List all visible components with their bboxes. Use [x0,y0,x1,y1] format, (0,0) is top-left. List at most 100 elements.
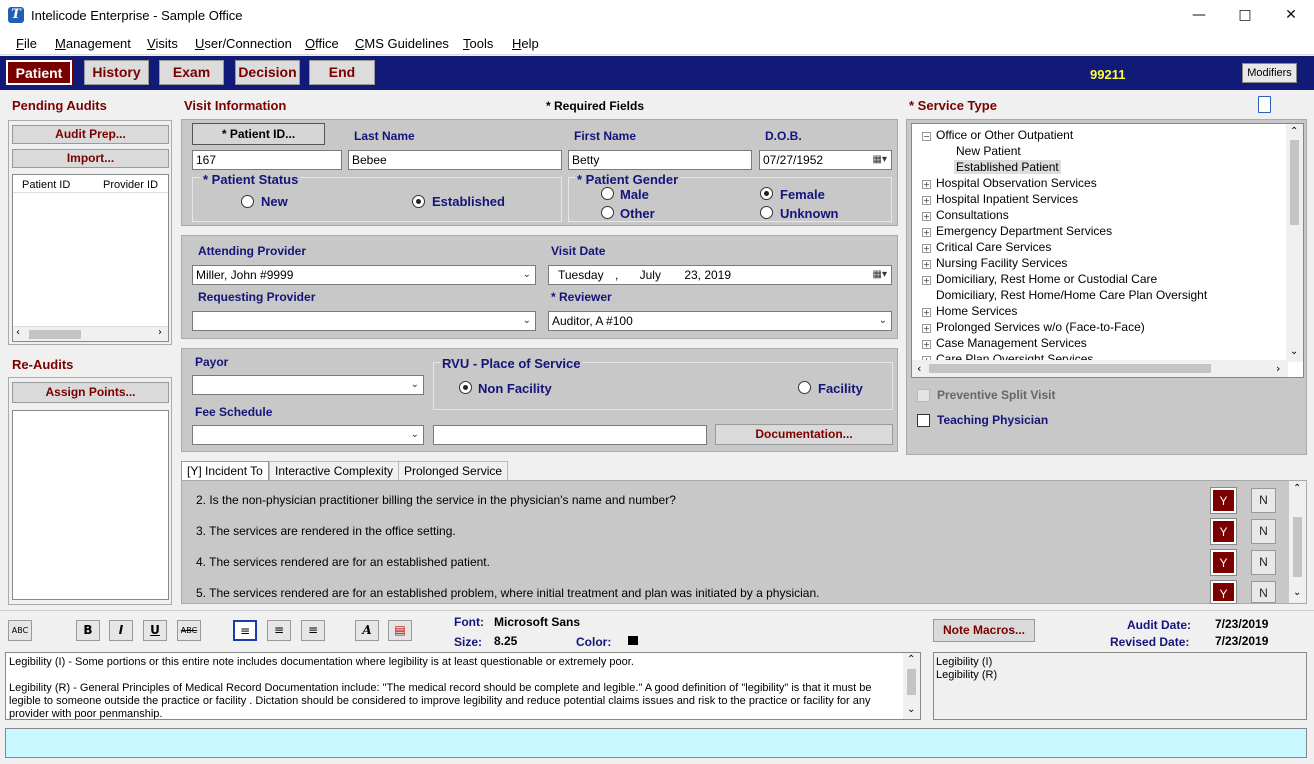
tab-prolonged-service[interactable]: Prolonged Service [398,461,509,480]
scroll-down-icon[interactable]: ⌄ [1293,587,1301,598]
gender-unknown-radio[interactable] [760,206,773,219]
audit-prep-button[interactable]: Audit Prep... [12,125,169,144]
scroll-thumb[interactable] [29,330,81,339]
patient-id-field[interactable]: 167 [192,150,342,170]
calendar-icon[interactable]: ▦▾ [873,268,887,282]
fee-schedule-select[interactable]: ⌄ [192,425,424,445]
requesting-provider-select[interactable]: ⌄ [192,311,536,331]
expand-icon[interactable]: + [922,308,931,317]
tab-history[interactable]: History [84,60,149,85]
patient-id-button[interactable]: * Patient ID... [192,123,325,145]
scroll-left-icon[interactable]: ‹ [917,362,921,375]
expand-icon[interactable]: + [922,228,931,237]
import-button[interactable]: Import... [12,149,169,168]
gender-female-radio[interactable] [760,187,773,200]
tab-patient[interactable]: Patient [5,59,73,86]
expand-icon[interactable]: + [922,180,931,189]
assign-points-button[interactable]: Assign Points... [12,382,169,403]
menu-management[interactable]: Management [55,36,131,51]
align-left-icon[interactable]: ≡ [233,620,257,641]
yes-button[interactable]: Y [1210,580,1237,604]
status-new-label[interactable]: New [261,194,288,209]
non-facility-label[interactable]: Non Facility [478,381,552,396]
expand-icon[interactable]: + [922,260,931,269]
menu-user-connection[interactable]: User/Connection [195,36,292,51]
tree-item[interactable]: Prolonged Services w/o (Face-to-Face) [936,320,1145,334]
no-button[interactable]: N [1251,581,1276,603]
col-provider-id[interactable]: Provider ID [103,179,158,191]
tree-item[interactable]: Hospital Observation Services [936,176,1097,190]
yes-button[interactable]: Y [1210,487,1237,514]
attending-provider-select[interactable]: Miller, John #9999 ⌄ [192,265,536,285]
document-icon[interactable] [1258,96,1271,113]
horizontal-scrollbar[interactable]: ‹ › [13,326,168,341]
gender-other-label[interactable]: Other [620,206,655,221]
calendar-icon[interactable]: ▦▾ [873,153,887,167]
expand-icon[interactable]: + [922,276,931,285]
first-name-field[interactable]: Betty [568,150,752,170]
italic-button[interactable]: I [109,620,133,641]
gender-unknown-label[interactable]: Unknown [780,206,839,221]
align-right-icon[interactable]: ≡ [301,620,325,641]
note-macros-button[interactable]: Note Macros... [933,619,1035,642]
chevron-down-icon[interactable]: ⌄ [523,268,531,282]
no-button[interactable]: N [1251,550,1276,575]
chevron-down-icon[interactable]: ⌄ [411,428,419,442]
spellcheck-icon[interactable]: ABC [8,620,32,641]
scroll-up-icon[interactable]: ⌃ [907,654,915,665]
status-new-radio[interactable] [241,195,254,208]
facility-radio[interactable] [798,381,811,394]
menu-help[interactable]: Help [512,36,539,51]
tree-item[interactable]: Emergency Department Services [936,224,1112,238]
gender-male-label[interactable]: Male [620,187,649,202]
tree-item[interactable]: Domiciliary, Rest Home or Custodial Care [936,272,1157,286]
maximize-icon[interactable]: □ [1222,0,1268,31]
modifiers-button[interactable]: Modifiers [1242,63,1297,83]
menu-tools[interactable]: Tools [463,36,493,51]
expand-icon[interactable]: + [922,340,931,349]
tree-item[interactable]: Domiciliary, Rest Home/Home Care Plan Ov… [936,288,1207,302]
tab-interactive-complexity[interactable]: Interactive Complexity [269,461,400,480]
teaching-physician-label[interactable]: Teaching Physician [937,413,1048,427]
underline-button[interactable]: U [143,620,167,641]
strikethrough-button[interactable]: ABC [177,620,201,641]
scroll-thumb[interactable] [907,669,916,695]
bold-button[interactable]: B [76,620,100,641]
minimize-icon[interactable]: — [1176,0,1222,31]
close-icon[interactable]: ✕ [1268,0,1314,31]
scroll-right-icon[interactable]: › [1276,362,1280,375]
tree-item[interactable]: Nursing Facility Services [936,256,1067,270]
gender-female-label[interactable]: Female [780,187,825,202]
expand-icon[interactable]: + [922,212,931,221]
vertical-scrollbar[interactable]: ⌃ ⌄ [903,653,920,719]
tree-item[interactable]: Critical Care Services [936,240,1051,254]
font-color-icon[interactable]: ▤ [388,620,412,641]
font-button[interactable]: A [355,620,379,641]
tree-item[interactable]: Office or Other Outpatient [936,128,1073,142]
scroll-thumb[interactable] [1293,517,1302,577]
scroll-thumb[interactable] [929,364,1211,373]
preventive-split-checkbox[interactable] [917,389,930,402]
menu-visits[interactable]: Visits [147,36,178,51]
scroll-up-icon[interactable]: ⌃ [1293,483,1301,494]
scroll-up-icon[interactable]: ⌃ [1290,126,1298,137]
tab-end[interactable]: End [309,60,375,85]
menu-cms-guidelines[interactable]: CMS Guidelines [355,36,449,51]
facility-label[interactable]: Facility [818,381,863,396]
vertical-scrollbar[interactable]: ⌃ ⌄ [1286,124,1303,362]
tree-item[interactable]: Consultations [936,208,1009,222]
scroll-right-icon[interactable]: › [158,327,162,338]
tree-item[interactable]: Home Services [936,304,1017,318]
teaching-physician-checkbox[interactable] [917,414,930,427]
chevron-down-icon[interactable]: ⌄ [411,378,419,392]
tree-item[interactable]: Hospital Inpatient Services [936,192,1078,206]
reviewer-select[interactable]: Auditor, A #100 ⌄ [548,311,892,331]
pending-audits-list[interactable]: Patient ID Provider ID ‹ › [12,174,169,342]
color-swatch[interactable] [628,636,638,645]
tab-incident-to[interactable]: [Y] Incident To [181,461,269,480]
documentation-button[interactable]: Documentation... [715,424,893,445]
vertical-scrollbar[interactable]: ⌃ ⌄ [1289,481,1306,603]
status-established-radio[interactable] [412,195,425,208]
reaudits-list[interactable] [12,410,169,600]
dob-field[interactable]: 07/27/1952 ▦▾ [759,150,892,170]
